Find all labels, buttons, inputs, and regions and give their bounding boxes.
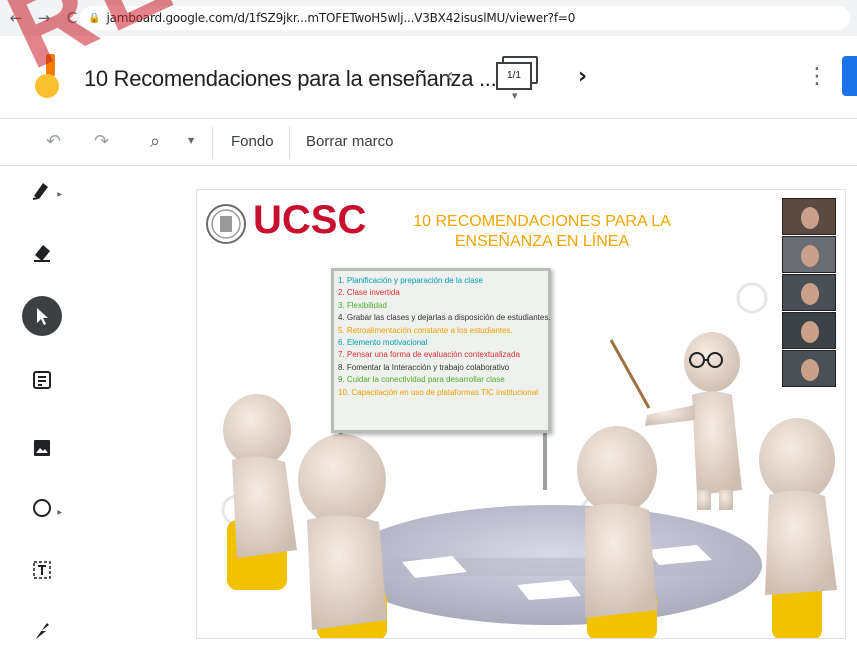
address-bar[interactable]: 🔒 jamboard.google.com/d/1fSZ9jkr...mTOFE… [80, 6, 850, 30]
pen-tool[interactable]: ▶ [22, 170, 62, 210]
eraser-tool[interactable] [22, 232, 62, 272]
cursor-icon [37, 308, 48, 325]
eraser-icon [34, 245, 50, 262]
recommendation-item: 10. Capacitación en uso de plataformas T… [338, 387, 538, 397]
app-header: 10 Recomendaciones para la enseñanza ...… [0, 36, 857, 114]
url-text: jamboard.google.com/d/1fSZ9jkr...mTOFETw… [106, 11, 576, 25]
participant-video-tile [782, 350, 836, 387]
laser-icon [36, 623, 49, 639]
participant-video-tile [782, 198, 836, 235]
participant-avatar [801, 359, 819, 381]
shape-options-arrow-icon: ▶ [57, 509, 62, 516]
more-options-button[interactable]: ⋮ [806, 64, 828, 89]
jamboard-window: ← → C 🔒 jamboard.google.com/d/1fSZ9jkr..… [0, 0, 857, 650]
logo-bar [46, 54, 55, 76]
tool-rail: ▶ ▶ [0, 166, 85, 650]
recommendation-item: 5. Retroalimentación constante a los est… [338, 325, 513, 335]
sticky-note-icon [33, 371, 51, 389]
pen-icon [32, 183, 48, 200]
next-frame-button[interactable]: › [578, 64, 587, 89]
image-icon [34, 440, 50, 456]
clear-frame-button[interactable]: Borrar marco [306, 133, 394, 150]
browser-forward-button[interactable]: → [32, 9, 56, 27]
previous-frame-button[interactable]: ‹ [445, 64, 454, 89]
shape-tool[interactable]: ▶ [22, 488, 62, 528]
laser-tool[interactable] [22, 610, 62, 650]
chevron-down-icon: ▼ [512, 92, 518, 100]
participant-video-strip [782, 198, 836, 388]
ucsc-logo-text: UCSC [253, 198, 367, 242]
recommendation-item: 1. Planificación y preparación de la cla… [338, 276, 483, 285]
jamboard-logo[interactable] [32, 54, 64, 102]
logo-circle [35, 74, 59, 98]
editing-toolbar: ↶ ↷ ⌕ ▼ Fondo Borrar marco [0, 118, 857, 166]
image-tool[interactable] [22, 428, 62, 468]
jam-frame[interactable]: UCSC 10 RECOMENDACIONES PARA LA ENSEÑANZ… [196, 189, 846, 639]
recommendation-item: 8. Fomentar la Interacción y trabajo col… [338, 362, 510, 372]
recommendation-item: 4. Grabar las clases y dejarlas a dispos… [338, 313, 551, 323]
redo-button[interactable]: ↷ [94, 131, 109, 152]
recommendations-list: 1. Planificación y preparación de la cla… [338, 275, 551, 399]
pen-options-arrow-icon: ▶ [57, 191, 62, 198]
whiteboard: 1. Planificación y preparación de la cla… [331, 268, 551, 433]
participant-avatar [801, 283, 819, 305]
slide-title-line-2: ENSEÑANZA EN LÍNEA [454, 233, 630, 250]
participant-video-tile [782, 312, 836, 349]
document-title[interactable]: 10 Recomendaciones para la enseñanza ... [84, 66, 497, 92]
recommendation-item: 6. Elemento motivacional [338, 338, 428, 348]
toolbar-divider [212, 127, 213, 159]
frame-bar-button[interactable]: 1/1 ▼ [496, 56, 540, 100]
participant-video-tile [782, 236, 836, 273]
zoom-icon[interactable]: ⌕ [150, 131, 160, 152]
participant-avatar [801, 245, 819, 267]
select-tool[interactable] [22, 296, 62, 336]
recommendation-item: 3. Flexibilidad [338, 300, 387, 310]
recommendation-item: 9. Cuidar la conectividad para desarroll… [338, 375, 505, 385]
toolbar-divider [289, 127, 290, 159]
circle-icon [33, 499, 51, 517]
slide-title: 10 RECOMENDACIONES PARA LA ENSEÑANZA EN … [397, 212, 687, 252]
background-button[interactable]: Fondo [231, 133, 274, 150]
recommendation-item: 2. Clase invertida [338, 288, 400, 298]
zoom-dropdown-icon[interactable]: ▼ [188, 136, 194, 145]
participant-avatar [801, 207, 819, 229]
text-box-tool[interactable] [22, 550, 62, 590]
text-box-icon [33, 561, 51, 579]
participant-avatar [801, 321, 819, 343]
browser-back-button[interactable]: ← [4, 9, 28, 27]
ucsc-seal-icon [206, 204, 246, 244]
participant-video-tile [782, 274, 836, 311]
frame-counter: 1/1 [496, 62, 532, 90]
share-button[interactable] [842, 56, 857, 96]
recommendation-item: 7. Pensar una forma de evaluación contex… [338, 350, 520, 360]
sticky-note-tool[interactable] [22, 360, 62, 400]
browser-toolbar: ← → C 🔒 jamboard.google.com/d/1fSZ9jkr..… [0, 0, 857, 36]
undo-button[interactable]: ↶ [46, 131, 61, 152]
lock-icon: 🔒 [88, 12, 101, 24]
slide-title-line-1: 10 RECOMENDACIONES PARA LA [413, 213, 671, 230]
